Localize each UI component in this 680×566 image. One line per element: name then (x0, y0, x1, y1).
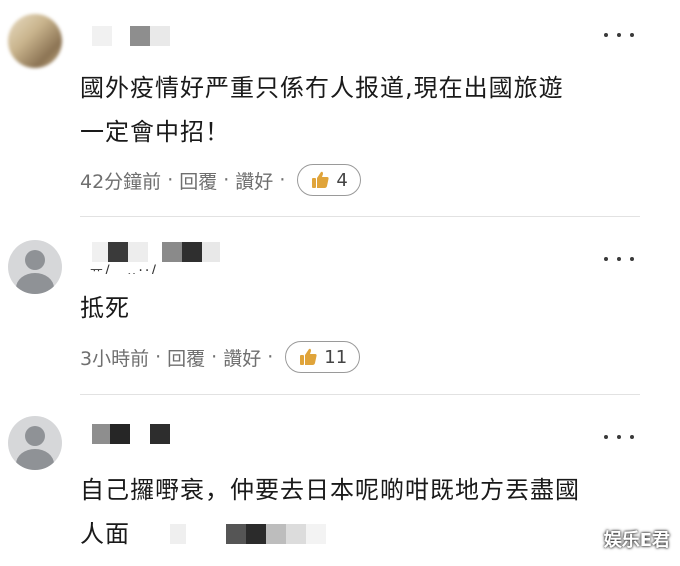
comment-text: 國外疫情好严重只係冇人报道,現在出國旅遊 一定會中招！ (80, 74, 564, 146)
timestamp: 42分鐘前 (80, 170, 162, 193)
divider (80, 394, 640, 395)
like-count-badge[interactable]: 11 (285, 341, 361, 373)
comment-meta: 42分鐘前 · 回覆 · 讚好 · 4 (80, 164, 361, 196)
more-options-icon[interactable] (604, 432, 634, 442)
username-redacted[interactable] (92, 26, 170, 46)
avatar[interactable] (8, 14, 62, 68)
reply-link[interactable]: 回覆 (167, 344, 205, 371)
avatar[interactable] (8, 240, 62, 294)
reply-link[interactable]: 回覆 (179, 167, 217, 194)
username-redacted[interactable] (92, 242, 220, 262)
more-options-icon[interactable] (604, 254, 634, 264)
timestamp: 3小時前 (80, 347, 150, 370)
comment-meta: 3小時前 · 回覆 · 讚好 · 11 (80, 341, 361, 373)
thumbs-up-icon (312, 171, 329, 188)
like-link[interactable]: 讚好 (223, 344, 261, 371)
avatar[interactable] (8, 416, 62, 470)
watermark: 娱乐E君 (603, 530, 670, 551)
comment-text: 自己攞嘢衰，仲要去日本呢啲咁既地方丟盡國 人面 (80, 476, 580, 548)
more-options-icon[interactable] (604, 30, 634, 40)
like-count-badge[interactable]: 4 (297, 164, 361, 196)
like-link[interactable]: 讚好 (235, 167, 273, 194)
redacted-meta (170, 524, 326, 544)
divider (80, 216, 640, 217)
username-redacted[interactable] (92, 424, 170, 444)
username-fragment: ᅲ/ _‥··/ (90, 263, 159, 274)
comment-text: 抵死 (80, 294, 130, 322)
thumbs-up-icon (300, 348, 317, 365)
